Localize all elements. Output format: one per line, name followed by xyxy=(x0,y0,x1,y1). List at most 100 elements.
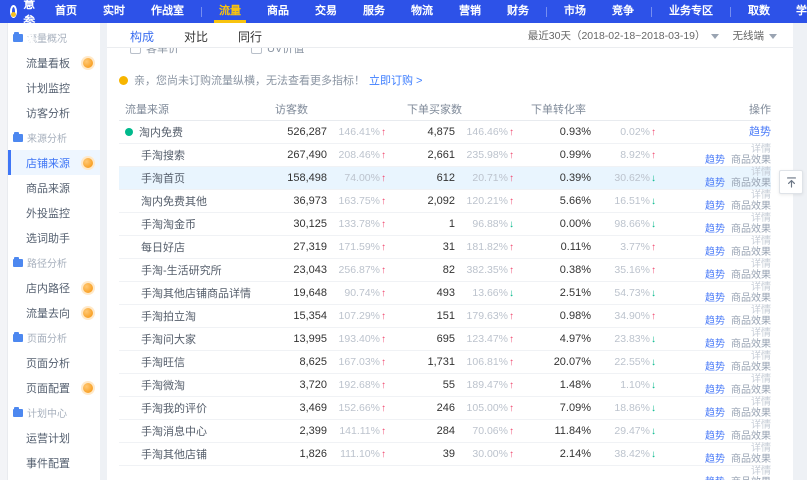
trend-link[interactable]: 趋势 xyxy=(705,431,725,442)
down-arrow-icon: ↓ xyxy=(651,426,659,437)
nav-item[interactable]: 物流 xyxy=(398,0,446,23)
item-effect-link[interactable]: 商品效果 xyxy=(731,431,771,442)
nav-item[interactable]: 服务 xyxy=(350,0,398,23)
trend-link[interactable]: 趋势 xyxy=(705,385,725,396)
tab[interactable]: 同行 xyxy=(238,26,262,45)
tab[interactable]: 构成 xyxy=(130,26,154,45)
nav-item[interactable]: 取数 xyxy=(735,0,783,23)
trend-link[interactable]: 趋势 xyxy=(705,201,725,212)
sidebar-item[interactable]: 选词助手 xyxy=(8,225,100,250)
detail-link[interactable]: 详情 xyxy=(751,305,771,316)
up-arrow-icon: ↑ xyxy=(381,196,389,207)
item-effect-link[interactable]: 商品效果 xyxy=(731,270,771,281)
metric-visitors: 267,490208.46%↑ xyxy=(271,149,389,161)
nav-item[interactable]: 商品 xyxy=(254,0,302,23)
nav-item[interactable]: 首页 xyxy=(42,0,90,23)
trend-link[interactable]: 趋势 xyxy=(705,178,725,189)
up-arrow-icon: ↑ xyxy=(509,265,517,276)
item-effect-link[interactable]: 商品效果 xyxy=(731,385,771,396)
metric-value: 1.48% xyxy=(560,379,591,391)
sidebar-scroll-strip[interactable] xyxy=(0,23,8,480)
sidebar-item[interactable]: 流量去向 xyxy=(8,300,100,325)
nav-item[interactable]: 作战室 xyxy=(138,0,197,23)
detail-link[interactable]: 详情 xyxy=(751,213,771,224)
sidebar-item[interactable]: 店内路径 xyxy=(8,275,100,300)
sidebar-item[interactable]: 页面分析 xyxy=(8,350,100,375)
item-effect-link[interactable]: 商品效果 xyxy=(731,339,771,350)
sidebar-item[interactable]: 运营计划 xyxy=(8,425,100,450)
detail-link[interactable]: 详情 xyxy=(751,351,771,362)
item-effect-link[interactable]: 商品效果 xyxy=(731,155,771,166)
metric-change: 111.10% xyxy=(334,448,380,460)
folder-icon xyxy=(13,409,23,417)
trend-link[interactable]: 趋势 xyxy=(705,155,725,166)
detail-link[interactable]: 详情 xyxy=(751,190,771,201)
nav-divider xyxy=(201,7,202,17)
trend-link[interactable]: 趋势 xyxy=(749,127,771,138)
detail-link[interactable]: 详情 xyxy=(751,236,771,247)
trend-link[interactable]: 趋势 xyxy=(705,408,725,419)
metric-visitors: 3,469152.66%↑ xyxy=(271,402,389,414)
nav-item[interactable]: 流量 xyxy=(206,0,254,23)
sidebar-item[interactable]: 事件配置 xyxy=(8,450,100,475)
item-effect-link[interactable]: 商品效果 xyxy=(731,247,771,258)
back-to-top-button[interactable] xyxy=(779,170,803,194)
trend-link[interactable]: 趋势 xyxy=(705,339,725,350)
item-effect-link[interactable]: 商品效果 xyxy=(731,224,771,235)
subscribe-link[interactable]: 立即订购 > xyxy=(369,72,422,88)
item-effect-link[interactable]: 商品效果 xyxy=(731,178,771,189)
detail-link[interactable]: 详情 xyxy=(751,420,771,431)
metric-checkbox[interactable]: UV价值 xyxy=(251,48,304,56)
metric-value: 36,973 xyxy=(293,195,327,207)
sidebar-item[interactable]: 店铺来源 xyxy=(8,150,100,175)
detail-link[interactable]: 详情 xyxy=(751,328,771,339)
nav-item[interactable]: 业务专区 xyxy=(656,0,726,23)
item-effect-link[interactable]: 商品效果 xyxy=(731,362,771,373)
nav-item[interactable]: 交易 xyxy=(302,0,350,23)
detail-link[interactable]: 详情 xyxy=(751,144,771,155)
sidebar-item[interactable]: 访客分析 xyxy=(8,100,100,125)
nav-item[interactable]: 市场 xyxy=(551,0,599,23)
action-line: 详情 xyxy=(751,236,771,247)
detail-link[interactable]: 详情 xyxy=(751,443,771,454)
sidebar-item[interactable]: 页面配置 xyxy=(8,375,100,400)
detail-link[interactable]: 详情 xyxy=(751,259,771,270)
sidebar-group-header: 路径分析 xyxy=(8,250,100,275)
nav-item[interactable]: 学院 xyxy=(783,0,807,23)
item-effect-link[interactable]: 商品效果 xyxy=(731,316,771,327)
metric-checkbox[interactable]: 客单价 xyxy=(130,48,179,56)
nav-item[interactable]: 财务 xyxy=(494,0,542,23)
trend-link[interactable]: 趋势 xyxy=(705,224,725,235)
sidebar-item[interactable]: 商品来源 xyxy=(8,175,100,200)
sidebar-item[interactable]: 流量看板 xyxy=(8,50,100,75)
metric-value: 1 xyxy=(449,218,455,230)
nav-item[interactable]: 实时 xyxy=(90,0,138,23)
item-effect-link[interactable]: 商品效果 xyxy=(731,408,771,419)
item-effect-link[interactable]: 商品效果 xyxy=(731,201,771,212)
detail-link[interactable]: 详情 xyxy=(751,397,771,408)
terminal-select[interactable]: 无线端 xyxy=(733,28,778,43)
trend-link[interactable]: 趋势 xyxy=(705,247,725,258)
trend-link[interactable]: 趋势 xyxy=(705,293,725,304)
metric-visitors: 15,354107.29%↑ xyxy=(271,310,389,322)
detail-link[interactable]: 详情 xyxy=(751,167,771,178)
nav-item[interactable]: 营销 xyxy=(446,0,494,23)
down-arrow-icon: ↓ xyxy=(651,288,659,299)
date-range-select[interactable]: 最近30天（2018-02-18~2018-03-19） xyxy=(528,28,719,43)
item-effect-link[interactable]: 商品效果 xyxy=(731,293,771,304)
trend-link[interactable]: 趋势 xyxy=(705,270,725,281)
nav-item[interactable]: 竞争 xyxy=(599,0,647,23)
trend-link[interactable]: 趋势 xyxy=(705,454,725,465)
detail-link[interactable]: 详情 xyxy=(751,282,771,293)
tab[interactable]: 对比 xyxy=(184,26,208,45)
detail-link[interactable]: 详情 xyxy=(751,466,771,477)
trend-link[interactable]: 趋势 xyxy=(705,316,725,327)
item-effect-link[interactable]: 商品效果 xyxy=(731,454,771,465)
sidebar-item[interactable]: 外投监控 xyxy=(8,200,100,225)
sidebar-item[interactable]: 计划监控 xyxy=(8,75,100,100)
detail-link[interactable]: 详情 xyxy=(751,374,771,385)
up-arrow-icon: ↑ xyxy=(509,357,517,368)
metric-buyers: 196.88%↓ xyxy=(389,218,517,230)
row-actions: 详情趋势商品效果 xyxy=(659,305,771,327)
trend-link[interactable]: 趋势 xyxy=(705,362,725,373)
